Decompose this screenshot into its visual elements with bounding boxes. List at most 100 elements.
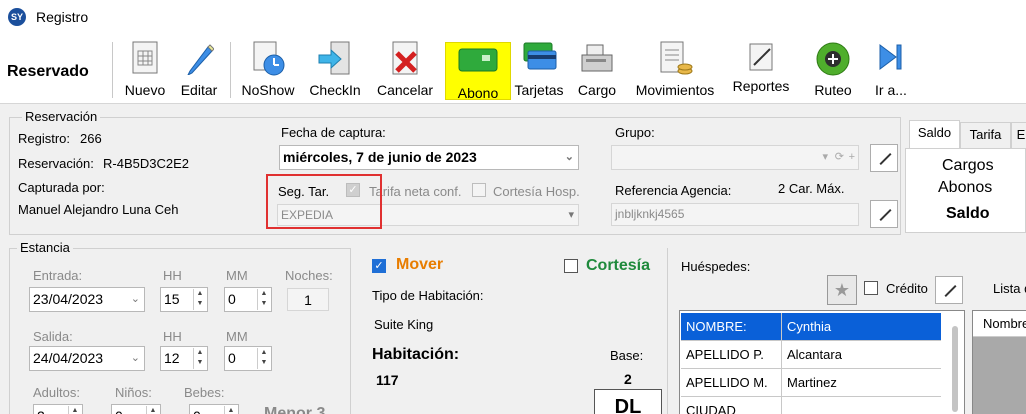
checkin-button[interactable]: CheckIn [304, 34, 366, 104]
chevron-down-icon[interactable]: ⌄ [131, 347, 140, 369]
grupo-label: Grupo: [615, 125, 655, 140]
cargo-button[interactable]: Cargo [574, 34, 620, 104]
estancia-legend: Estancia [17, 240, 73, 255]
guest-value-cell[interactable]: Martinez [782, 369, 837, 396]
star-icon: ★ [833, 280, 851, 300]
title-bar: SY Registro [0, 0, 1026, 34]
report-pen-icon [749, 43, 773, 71]
star-button[interactable]: ★ [827, 275, 857, 305]
tab-saldo[interactable]: Saldo [909, 120, 960, 149]
habitacion-number: 117 [376, 372, 399, 388]
salida-hh-stepper[interactable]: 12 ▲ ▼ [160, 346, 208, 371]
salida-date-picker[interactable]: 24/04/2023 ⌄ [29, 346, 145, 371]
habitacion-label: Habitación: [372, 346, 460, 363]
app-logo-icon: SY [8, 8, 26, 26]
cortesia-checkbox[interactable] [564, 259, 578, 273]
bebes-value: 0 [193, 408, 201, 414]
chevron-down-icon[interactable]: ▾ [568, 205, 574, 225]
noches-value: 1 [287, 288, 329, 311]
document-clock-icon [253, 41, 285, 76]
guest-value-cell[interactable]: Alcantara [782, 341, 842, 368]
tipo-habitacion-label: Tipo de Habitación: [372, 288, 484, 303]
abono-button[interactable]: Abono [445, 42, 511, 101]
table-row[interactable]: APELLIDO M. Martinez [681, 369, 941, 397]
hh-label: HH [163, 268, 182, 283]
refresh-icon[interactable]: ⟳ [835, 146, 844, 168]
cortesia-hosp-label: Cortesía Hosp. [493, 184, 580, 199]
stepper-arrows-icon[interactable]: ▲▼ [224, 406, 237, 414]
cargo-label: Cargo [577, 82, 617, 98]
entrada-date-value: 23/04/2023 [33, 291, 104, 307]
cancelar-button[interactable]: Cancelar [372, 34, 438, 104]
stepper-arrows-icon[interactable]: ▲▼ [257, 348, 270, 369]
guest-field-cell: APELLIDO M. [681, 369, 782, 396]
guest-value-cell[interactable]: Cynthia [782, 313, 831, 340]
abonos-label: Abonos [938, 179, 993, 196]
grupo-select[interactable]: ▾ ⟳ + [611, 145, 859, 170]
base-label: Base: [610, 348, 644, 363]
tarjetas-label: Tarjetas [514, 82, 564, 98]
mover-checkbox[interactable]: ✓ [372, 259, 386, 273]
bebes-stepper[interactable]: 0 ▲▼ [189, 404, 239, 414]
edit-grupo-button[interactable] [870, 144, 898, 172]
highlight-annotation-box [266, 174, 382, 229]
saldo-pane: Cargos Abonos Saldo [905, 148, 1026, 233]
bebes-label: Bebes: [184, 385, 225, 400]
lista-column-header[interactable]: Nombre [973, 311, 1026, 337]
table-row[interactable]: NOMBRE: Cynthia [681, 313, 941, 341]
noshow-button[interactable]: NoShow [236, 34, 300, 104]
referencia-agencia-input[interactable]: jnbljknkj4565 [611, 203, 859, 226]
grid-scrollbar[interactable] [952, 326, 958, 412]
table-row[interactable]: CIUDAD [681, 397, 941, 414]
chevron-down-icon[interactable]: ⌄ [565, 146, 574, 168]
fecha-captura-label: Fecha de captura: [281, 125, 386, 140]
ruteo-label: Ruteo [814, 82, 852, 98]
add-circle-icon [816, 42, 850, 76]
edit-huesped-button[interactable] [935, 276, 963, 304]
stepper-arrows-icon[interactable]: ▲▼ [257, 289, 270, 310]
stepper-arrows-icon[interactable]: ▲▼ [146, 406, 159, 414]
stepper-arrows-icon[interactable]: ▲▼ [68, 406, 81, 414]
entrada-mm-stepper[interactable]: 0 ▲ ▼ [224, 287, 272, 312]
salida-mm-value: 0 [228, 350, 236, 366]
adultos-stepper[interactable]: 2 ▲▼ [33, 404, 83, 414]
dropdown-arrow-icon[interactable]: ▾ [822, 146, 828, 168]
fecha-captura-picker[interactable]: miércoles, 7 de junio de 2023 ⌄ [279, 145, 579, 170]
salida-label: Salida: [33, 329, 73, 344]
entrada-hh-value: 15 [164, 291, 180, 307]
edit-referencia-button[interactable] [870, 200, 898, 228]
tarjetas-button[interactable]: Tarjetas [513, 34, 565, 104]
referencia-agencia-label: Referencia Agencia: [615, 183, 732, 198]
adultos-label: Adultos: [33, 385, 80, 400]
reservacion-label: Reservación: [18, 156, 94, 171]
tab-tarifa[interactable]: Tarifa [960, 122, 1011, 148]
plus-icon[interactable]: + [849, 146, 855, 168]
salida-mm-stepper[interactable]: 0 ▲ ▼ [224, 346, 272, 371]
ruteo-button[interactable]: Ruteo [806, 34, 860, 104]
movimientos-button[interactable]: Movimientos [628, 34, 722, 104]
cargos-label: Cargos [942, 157, 994, 174]
reservation-status-label: Reservado [7, 63, 89, 80]
credito-checkbox[interactable] [864, 281, 878, 295]
tipo-habitacion-value: Suite King [374, 317, 434, 332]
tab-more[interactable]: E [1011, 122, 1026, 148]
ir-a-button[interactable]: Ir a... [868, 34, 914, 104]
guest-field-cell: NOMBRE: [681, 313, 782, 340]
entrada-hh-stepper[interactable]: 15 ▲ ▼ [160, 287, 208, 312]
chevron-down-icon[interactable]: ⌄ [131, 288, 140, 310]
room-type-code-badge[interactable]: DL [594, 389, 662, 414]
stepper-arrows-icon[interactable]: ▲▼ [193, 289, 206, 310]
ledger-coins-icon [660, 41, 693, 75]
reportes-label: Reportes [732, 78, 790, 94]
cortesia-hosp-checkbox[interactable] [472, 183, 486, 197]
editar-button[interactable]: Editar [174, 34, 224, 104]
cancelar-label: Cancelar [376, 82, 434, 98]
reportes-button[interactable]: Reportes [728, 34, 794, 104]
stepper-arrows-icon[interactable]: ▲▼ [193, 348, 206, 369]
salida-hh-value: 12 [164, 350, 180, 366]
table-row[interactable]: APELLIDO P. Alcantara [681, 341, 941, 369]
nuevo-button[interactable]: Nuevo [120, 34, 170, 104]
ninos-stepper[interactable]: 0 ▲▼ [111, 404, 161, 414]
noches-label: Noches: [285, 268, 333, 283]
entrada-date-picker[interactable]: 23/04/2023 ⌄ [29, 287, 145, 312]
